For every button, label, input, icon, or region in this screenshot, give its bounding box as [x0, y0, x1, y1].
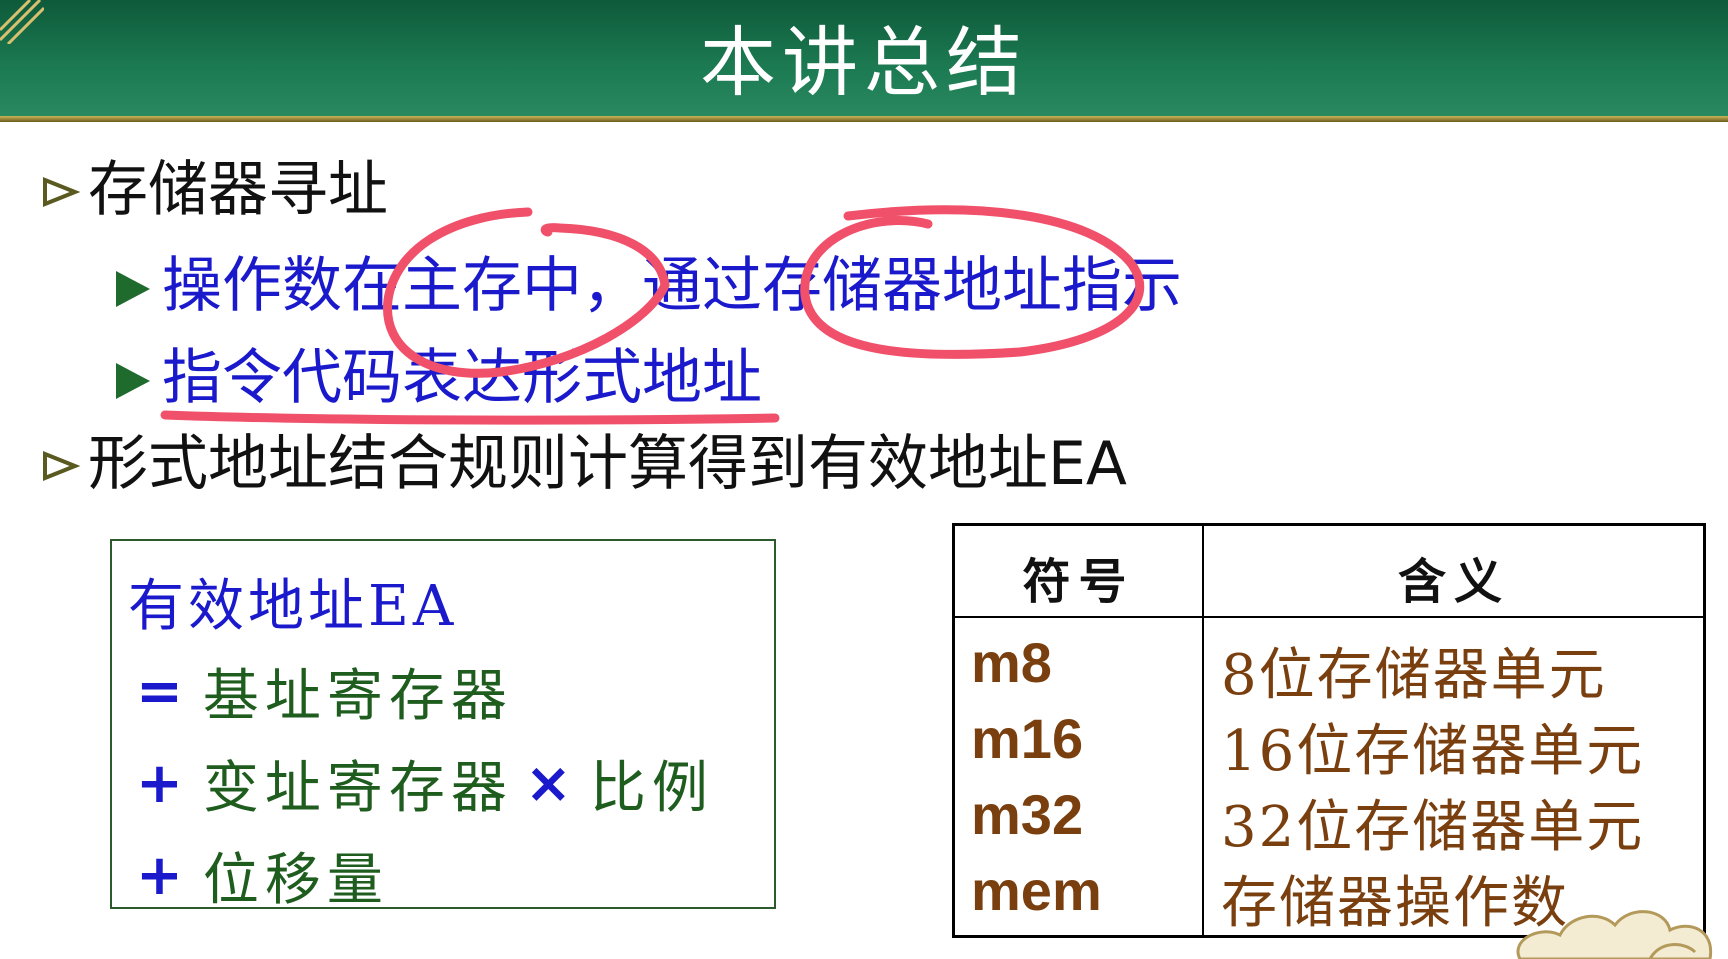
formula-line-index: + 变址寄存器 × 比例 — [136, 743, 714, 824]
plus-sign: + — [136, 751, 189, 816]
bullet-effective-address: 形式地址结合规则计算得到有效地址EA — [40, 428, 1127, 500]
sub-bullet-form-address: 指令代码表达形式地址 — [116, 342, 762, 414]
title-underline — [0, 116, 1728, 122]
plus-sign: + — [136, 843, 189, 908]
formula-line-displacement: + 位移量 — [136, 835, 389, 916]
formula-heading: 有效地址EA — [128, 574, 458, 639]
table-cell-symbol: m32 — [971, 783, 1084, 846]
table-header-meaning: 含义 — [1397, 554, 1510, 610]
sub-bullet-operand-in-memory: 操作数在主存中，通过存储器地址指示 — [116, 250, 1182, 322]
sub-bullet-text: 指令代码表达形式地址 — [162, 343, 762, 413]
title-bar: 本讲总结 — [0, 0, 1728, 122]
table-cell-symbol: mem — [971, 859, 1102, 922]
sub-bullet-arrow-icon — [116, 363, 150, 399]
table-cell-meaning: 32位存储器单元 — [1221, 795, 1645, 860]
formula-line-base: = 基址寄存器 — [136, 651, 513, 732]
table-cell-meaning: 16位存储器单元 — [1221, 719, 1645, 784]
cloud-ornament-icon — [1516, 910, 1713, 959]
bullet-memory-addressing: 存储器寻址 — [40, 154, 388, 226]
table-cell-meaning: 8位存储器单元 — [1221, 643, 1607, 708]
table-header-divider — [955, 616, 1703, 618]
equals-sign: = — [136, 659, 189, 724]
effective-address-formula-box: 有效地址EA = 基址寄存器 + 变址寄存器 × 比例 + 位移量 — [110, 539, 776, 913]
sub-bullet-arrow-icon — [116, 271, 150, 307]
table-header-symbol: 符号 — [1022, 554, 1135, 610]
table-cell-symbol: m16 — [971, 707, 1084, 770]
bullet-text: 存储器寻址 — [88, 155, 388, 225]
table-cell-symbol: m8 — [971, 631, 1052, 694]
sub-bullet-text: 操作数在主存中，通过存储器地址指示 — [162, 251, 1182, 321]
times-sign: × — [524, 751, 578, 816]
bullet-arrow-icon — [43, 451, 81, 481]
formula-term: 比例 — [589, 756, 714, 821]
formula-term: 位移量 — [202, 848, 389, 913]
symbol-meaning-table: 符号 含义 m8 8位存储器单元 m16 16位存储器单元 m32 32位存储器… — [952, 523, 1706, 938]
slide-title: 本讲总结 — [700, 18, 1028, 107]
ink-underline-form-address — [160, 410, 780, 425]
bullet-arrow-icon — [43, 177, 81, 207]
formula-term: 变址寄存器 — [202, 756, 513, 821]
formula-term: 基址寄存器 — [202, 664, 513, 729]
bullet-text: 形式地址结合规则计算得到有效地址EA — [88, 429, 1127, 499]
